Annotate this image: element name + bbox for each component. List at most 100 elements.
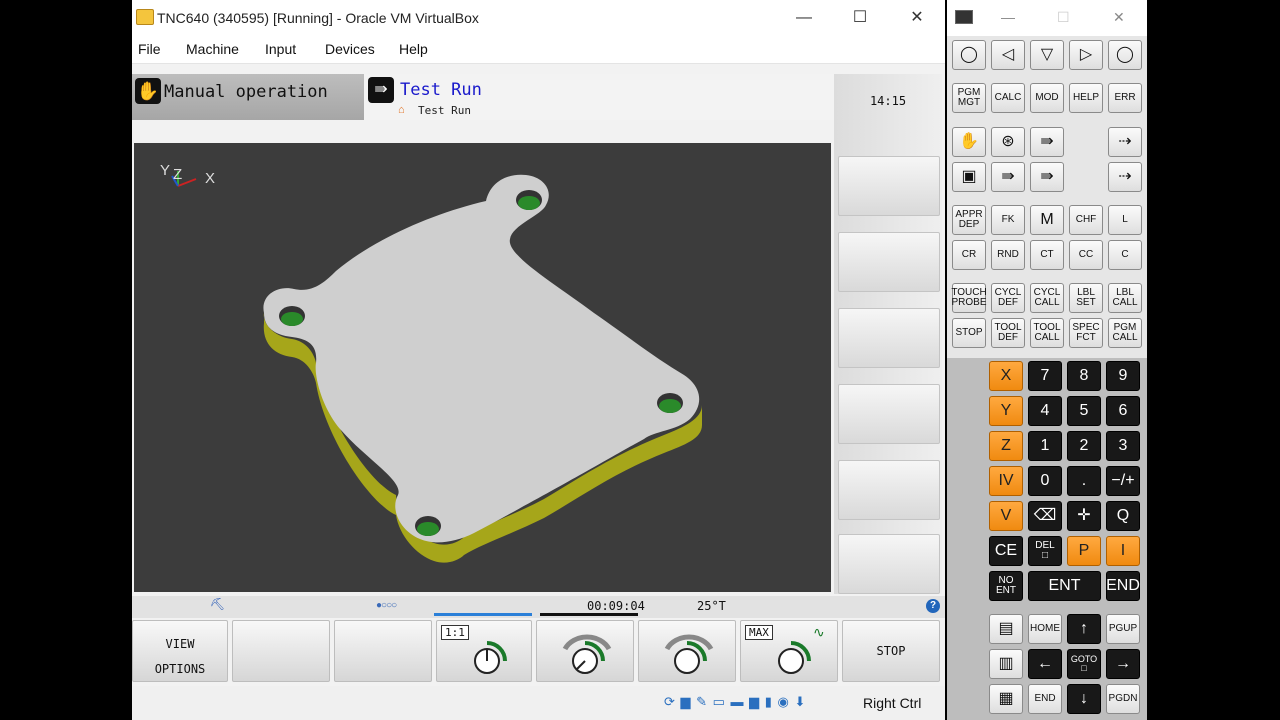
speed-slower-softkey[interactable] [536,620,634,682]
key-ce[interactable]: CE [989,536,1023,566]
key-9[interactable]: 9 [1106,361,1140,391]
key-fk[interactable]: FK [991,205,1025,235]
maximize-button[interactable]: ☐ [848,8,872,28]
menu-help[interactable]: Help [399,41,428,57]
key-l[interactable]: L [1108,205,1142,235]
hand-mode-icon[interactable]: ✋ [952,127,986,157]
kb-close-button[interactable]: ✕ [1113,9,1125,26]
kb-minimize-button[interactable]: — [1001,9,1015,25]
simulation-view[interactable]: Y Z X [134,143,831,592]
menu-file[interactable]: File [138,41,161,57]
vertical-softkey-2[interactable] [838,232,940,292]
vertical-softkey-3[interactable] [838,308,940,368]
mode-manual-operation[interactable]: ✋ Manual operation [132,74,364,120]
key-m[interactable]: M [1030,205,1064,235]
key-chf[interactable]: CHF [1069,205,1103,235]
key-nav-right[interactable]: ▷ [1069,40,1103,70]
key-del[interactable]: DEL □ [1028,536,1062,566]
kb-maximize-button[interactable]: ☐ [1057,9,1070,26]
key-goto[interactable]: GOTO □ [1067,649,1101,679]
key-pgdn[interactable]: PGDN [1106,684,1140,714]
key-no-ent[interactable]: NO ENT [989,571,1023,601]
key-cycl-call[interactable]: CYCL CALL [1030,283,1064,313]
key-1[interactable]: 1 [1028,431,1062,461]
edit-mode-icon[interactable]: ⇢ [1108,162,1142,192]
key-spec-fct[interactable]: SPEC FCT [1069,318,1103,348]
key-cr[interactable]: CR [952,240,986,270]
test-run-key-icon[interactable]: ⇛ [1030,162,1064,192]
arrow-left-icon[interactable]: ← [1028,649,1062,679]
speed-faster-softkey[interactable] [638,620,736,682]
key-axis-y[interactable]: Y [989,396,1023,426]
key-nav-1[interactable]: ◯ [952,40,986,70]
vertical-softkey-5[interactable] [838,460,940,520]
vertical-softkey-1[interactable] [838,156,940,216]
arrow-down-icon[interactable]: ↓ [1067,684,1101,714]
key-help[interactable]: HELP [1069,83,1103,113]
menu-devices[interactable]: Devices [325,41,375,57]
key-7[interactable]: 7 [1028,361,1062,391]
key-ent[interactable]: ENT [1028,571,1101,601]
key-stop[interactable]: STOP [952,318,986,348]
full-sequence-icon[interactable]: ⇛ [991,162,1025,192]
vertical-softkey-4[interactable] [838,384,940,444]
key-3[interactable]: 3 [1106,431,1140,461]
screen-layout-icon[interactable]: ▦ [989,684,1023,714]
speed-1to1-softkey[interactable]: 1:1 [436,620,532,682]
speed-max-softkey[interactable]: MAX ∿ [740,620,838,682]
key-tool-def[interactable]: TOOL DEF [991,318,1025,348]
key-axis-x[interactable]: X [989,361,1023,391]
key-i[interactable]: I [1106,536,1140,566]
arrow-right-icon[interactable]: → [1106,649,1140,679]
key-end[interactable]: END [1106,571,1140,601]
actual-position-icon[interactable]: ✛ [1067,501,1101,531]
key-p[interactable]: P [1067,536,1101,566]
key-pgm-mgt[interactable]: PGM MGT [952,83,986,113]
vbox-device-icons[interactable]: ⟳ ▆ ✎ ▭ ▬ ▆ ▮ ◉ ⬇ [664,694,806,710]
programming-mode-icon[interactable]: ⇢ [1108,127,1142,157]
key-calc[interactable]: CALC [991,83,1025,113]
arrow-up-icon[interactable]: ↑ [1067,614,1101,644]
key-axis-z[interactable]: Z [989,431,1023,461]
key-nav-5[interactable]: ◯ [1108,40,1142,70]
key-home[interactable]: HOME [1028,614,1062,644]
key-lbl-call[interactable]: LBL CALL [1108,283,1142,313]
key-c[interactable]: C [1108,240,1142,270]
key-appr-dep[interactable]: APPR DEP [952,205,986,235]
key-lbl-set[interactable]: LBL SET [1069,283,1103,313]
key-4[interactable]: 4 [1028,396,1062,426]
key-nav-left[interactable]: ◁ [991,40,1025,70]
document-icon[interactable]: ▤ [989,614,1023,644]
key-rnd[interactable]: RND [991,240,1025,270]
key-2[interactable]: 2 [1067,431,1101,461]
vertical-softkey-6[interactable] [838,534,940,594]
backspace-icon[interactable]: ⌫ [1028,501,1062,531]
positioning-mode-icon[interactable]: ⇛ [1030,127,1064,157]
key-err[interactable]: ERR [1108,83,1142,113]
menu-machine[interactable]: Machine [186,41,239,57]
key-sign[interactable]: −/+ [1106,466,1140,496]
key-0[interactable]: 0 [1028,466,1062,496]
key-ct[interactable]: CT [1030,240,1064,270]
handwheel-mode-icon[interactable]: ⊛ [991,127,1025,157]
mode-test-run[interactable]: ⇛ Test Run ⌂ Test Run [364,74,834,120]
key-6[interactable]: 6 [1106,396,1140,426]
minimize-button[interactable]: — [792,8,816,28]
key-cycl-def[interactable]: CYCL DEF [991,283,1025,313]
key-cc[interactable]: CC [1069,240,1103,270]
key-5[interactable]: 5 [1067,396,1101,426]
key-end-nav[interactable]: END [1028,684,1062,714]
key-axis-v[interactable]: V [989,501,1023,531]
key-q[interactable]: Q [1106,501,1140,531]
view-options-softkey[interactable]: VIEW OPTIONS [132,620,228,682]
close-button[interactable]: ✕ [905,8,929,28]
key-nav-down[interactable]: ▽ [1030,40,1064,70]
single-block-icon[interactable]: ▣ [952,162,986,192]
key-mod[interactable]: MOD [1030,83,1064,113]
help-icon[interactable]: ? [926,599,940,613]
softkey-2[interactable] [232,620,330,682]
menu-input[interactable]: Input [265,41,296,57]
key-axis-iv[interactable]: IV [989,466,1023,496]
key-8[interactable]: 8 [1067,361,1101,391]
key-pgm-call[interactable]: PGM CALL [1108,318,1142,348]
